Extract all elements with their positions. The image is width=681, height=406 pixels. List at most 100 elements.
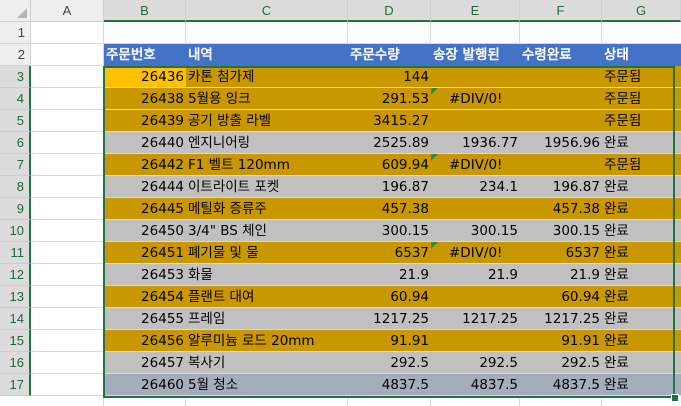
column-header-g[interactable]: G <box>602 0 681 22</box>
row-header-16[interactable]: 16 <box>0 352 31 374</box>
description-cell[interactable]: 카톤 첨가제 <box>186 66 254 88</box>
status-cell[interactable]: 주문됨 <box>602 110 641 132</box>
description-cell[interactable]: 복사기 <box>186 352 225 374</box>
description-cell[interactable]: 프레임 <box>186 308 225 330</box>
invoiced-cell[interactable]: 21.9 <box>431 264 520 286</box>
description-cell[interactable]: 5월 청소 <box>186 374 238 396</box>
row-header-15[interactable]: 15 <box>0 330 31 352</box>
received-cell[interactable]: 60.94 <box>520 286 602 308</box>
status-cell[interactable]: 완료 <box>602 330 629 352</box>
invoiced-cell[interactable]: 1217.25 <box>431 308 520 330</box>
column-header-e[interactable]: E <box>431 0 520 22</box>
received-cell[interactable]: 1217.25 <box>520 308 602 330</box>
invoiced-cell[interactable]: #DIV/0! <box>431 154 502 176</box>
description-cell[interactable]: 메틸화 증류주 <box>186 198 267 220</box>
received-cell[interactable]: 21.9 <box>520 264 602 286</box>
order-number-cell[interactable]: 26456 <box>104 330 186 352</box>
order-number-cell[interactable]: 26451 <box>104 242 186 264</box>
row-header-17[interactable]: 17 <box>0 374 31 396</box>
received-cell[interactable]: 300.15 <box>520 220 602 242</box>
column-header-f[interactable]: F <box>520 0 602 22</box>
invoiced-cell[interactable]: 234.1 <box>431 176 520 198</box>
status-cell[interactable]: 주문됨 <box>602 154 641 176</box>
column-header-b[interactable]: B <box>104 0 186 22</box>
description-cell[interactable]: F1 벨트 120mm <box>186 154 290 176</box>
quantity-cell[interactable]: 91.91 <box>348 330 431 352</box>
quantity-cell[interactable]: 292.5 <box>348 352 431 374</box>
order-number-cell[interactable]: 26453 <box>104 264 186 286</box>
status-cell[interactable]: 주문됨 <box>602 66 641 88</box>
invoiced-cell[interactable]: 292.5 <box>431 352 520 374</box>
row-header-2[interactable]: 2 <box>0 44 31 66</box>
row-header-8[interactable]: 8 <box>0 176 31 198</box>
received-cell[interactable]: 292.5 <box>520 352 602 374</box>
order-number-cell[interactable]: 26455 <box>104 308 186 330</box>
order-number-cell[interactable]: 26436 <box>104 66 186 88</box>
quantity-cell[interactable]: 609.94 <box>348 154 431 176</box>
received-cell[interactable]: 91.91 <box>520 330 602 352</box>
order-number-cell[interactable]: 26450 <box>104 220 186 242</box>
received-cell[interactable]: 196.87 <box>520 176 602 198</box>
header-received[interactable]: 수령완료 <box>520 44 572 66</box>
row-header-9[interactable]: 9 <box>0 198 31 220</box>
quantity-cell[interactable]: 3415.27 <box>348 110 431 132</box>
quantity-cell[interactable]: 1217.25 <box>348 308 431 330</box>
row-header-1[interactable]: 1 <box>0 22 31 44</box>
received-cell[interactable]: 6537 <box>520 242 602 264</box>
received-cell[interactable] <box>520 88 602 110</box>
column-header-c[interactable]: C <box>186 0 348 22</box>
status-cell[interactable]: 완료 <box>602 286 629 308</box>
quantity-cell[interactable]: 60.94 <box>348 286 431 308</box>
description-cell[interactable]: 이트라이트 포켓 <box>186 176 279 198</box>
order-number-cell[interactable]: 26439 <box>104 110 186 132</box>
order-number-cell[interactable]: 26444 <box>104 176 186 198</box>
error-indicator-icon[interactable] <box>431 88 438 95</box>
invoiced-cell[interactable] <box>431 110 520 132</box>
error-indicator-icon[interactable] <box>431 242 438 249</box>
order-number-cell[interactable]: 26438 <box>104 88 186 110</box>
header-order-no[interactable]: 주문번호 <box>104 44 156 66</box>
order-number-cell[interactable]: 26454 <box>104 286 186 308</box>
select-all-corner[interactable] <box>0 0 31 22</box>
row-header-5[interactable]: 5 <box>0 110 31 132</box>
received-cell[interactable] <box>520 110 602 132</box>
order-number-cell[interactable]: 26442 <box>104 154 186 176</box>
invoiced-cell[interactable]: #DIV/0! <box>431 242 502 264</box>
invoiced-cell[interactable] <box>431 330 520 352</box>
quantity-cell[interactable]: 457.38 <box>348 198 431 220</box>
order-number-cell[interactable]: 26457 <box>104 352 186 374</box>
quantity-cell[interactable]: 21.9 <box>348 264 431 286</box>
received-cell[interactable]: 4837.5 <box>520 374 602 396</box>
order-number-cell[interactable]: 26445 <box>104 198 186 220</box>
invoiced-cell[interactable] <box>431 286 520 308</box>
status-cell[interactable]: 완료 <box>602 176 629 198</box>
quantity-cell[interactable]: 144 <box>348 66 431 88</box>
quantity-cell[interactable]: 291.53 <box>348 88 431 110</box>
quantity-cell[interactable]: 4837.5 <box>348 374 431 396</box>
description-cell[interactable]: 공기 방출 라벨 <box>186 110 271 132</box>
status-cell[interactable]: 완료 <box>602 308 629 330</box>
row-header-13[interactable]: 13 <box>0 286 31 308</box>
status-cell[interactable]: 완료 <box>602 220 629 242</box>
row-header-7[interactable]: 7 <box>0 154 31 176</box>
order-number-cell[interactable]: 26460 <box>104 374 186 396</box>
row-header-4[interactable]: 4 <box>0 88 31 110</box>
status-cell[interactable]: 완료 <box>602 198 629 220</box>
spreadsheet-grid[interactable]: A B C D E F G 1 2 3 4 5 6 7 8 9 10 11 12 13 14 15 16 17 … <box>0 0 681 406</box>
received-cell[interactable] <box>520 154 602 176</box>
description-cell[interactable]: 5월용 잉크 <box>186 88 251 110</box>
fill-handle[interactable] <box>671 394 679 402</box>
header-status[interactable]: 상태 <box>602 44 629 66</box>
column-header-d[interactable]: D <box>348 0 431 22</box>
received-cell[interactable]: 1956.96 <box>520 132 602 154</box>
status-cell[interactable]: 완료 <box>602 242 629 264</box>
status-cell[interactable]: 완료 <box>602 132 629 154</box>
received-cell[interactable]: 457.38 <box>520 198 602 220</box>
status-cell[interactable]: 완료 <box>602 352 629 374</box>
quantity-cell[interactable]: 2525.89 <box>348 132 431 154</box>
description-cell[interactable]: 엔지니어링 <box>186 132 250 154</box>
description-cell[interactable]: 폐기물 및 물 <box>186 242 259 264</box>
quantity-cell[interactable]: 196.87 <box>348 176 431 198</box>
invoiced-cell[interactable] <box>431 198 520 220</box>
column-header-a[interactable]: A <box>31 0 104 22</box>
